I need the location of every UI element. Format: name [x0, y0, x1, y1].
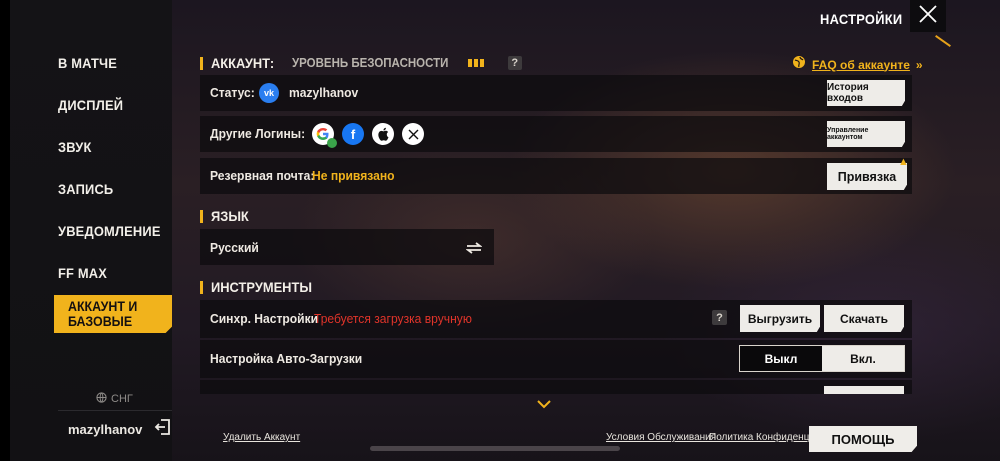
page-title: НАСТРОЙКИ: [820, 11, 903, 27]
other-logins-row: Другие Логины: f Управление аккаунтом: [200, 116, 912, 152]
sidebar-item-account-line1: АККАУНТ И: [68, 299, 138, 314]
sync-help-icon[interactable]: ?: [712, 310, 727, 325]
section-marker: [200, 56, 203, 70]
sidebar-item-recording[interactable]: ЗАПИСЬ: [58, 181, 113, 197]
swap-icon: [465, 241, 483, 259]
security-help-icon[interactable]: ?: [507, 56, 522, 70]
download-button[interactable]: Скачать: [824, 305, 904, 332]
sidebar-username: mazylhanov: [68, 422, 143, 437]
sync-settings-label: Синхр. Настройки: [210, 311, 319, 326]
language-section-header: ЯЗЫК: [200, 208, 252, 224]
x-twitter-icon[interactable]: [402, 123, 424, 145]
login-history-button[interactable]: История входов: [827, 80, 905, 106]
autoload-off-option[interactable]: Выкл: [740, 346, 822, 371]
sidebar-item-ff-max[interactable]: FF MAX: [58, 265, 107, 281]
security-level-indicator: [467, 59, 484, 67]
account-section-header: АККАУНТ: УРОВЕНЬ БЕЗОПАСНОСТИ ?: [200, 55, 522, 71]
security-level-label: УРОВЕНЬ БЕЗОПАСНОСТИ: [291, 56, 449, 70]
region-label: СНГ: [111, 393, 133, 405]
left-edge: [0, 0, 10, 461]
close-icon: [918, 4, 938, 29]
delete-account-link[interactable]: Удалить Аккаунт: [223, 432, 300, 443]
facebook-icon[interactable]: f: [342, 123, 364, 145]
autoload-toggle[interactable]: Выкл Вкл.: [739, 345, 905, 372]
backup-email-label: Резервная почта:: [210, 168, 315, 183]
tools-section-title: ИНСТРУМЕНТЫ: [211, 279, 312, 295]
help-button[interactable]: ПОМОЩЬ: [809, 426, 917, 452]
faq-label: FAQ об аккаунте: [812, 57, 910, 72]
sync-status: Требуется загрузка вручную: [314, 311, 472, 326]
sidebar-item-in-match[interactable]: В МАТЧЕ: [58, 55, 117, 71]
section-marker: [200, 280, 203, 294]
account-section-title: АККАУНТ:: [211, 55, 275, 71]
sidebar-item-account-line2: БАЗОВЫЕ: [68, 314, 133, 329]
faq-icon: [792, 55, 806, 74]
sidebar-item-display[interactable]: ДИСПЛЕЙ: [58, 97, 123, 113]
region-indicator: СНГ: [96, 392, 133, 406]
upload-button[interactable]: Выгрузить: [740, 305, 820, 332]
sync-settings-row: Синхр. Настройки Требуется загрузка вруч…: [200, 300, 912, 338]
autoload-label: Настройка Авто-Загрузки: [210, 351, 363, 366]
sidebar-item-notification[interactable]: УВЕДОМЛЕНИЕ: [58, 223, 161, 239]
vk-icon: vk: [259, 83, 279, 103]
tools-section-header: ИНСТРУМЕНТЫ: [200, 279, 321, 295]
status-row: Статус: vk mazylhanov История входов: [200, 75, 912, 111]
sidebar-divider: [58, 410, 172, 411]
apple-icon[interactable]: [372, 123, 394, 145]
double-chevron-right-icon: »: [915, 57, 923, 72]
logout-icon[interactable]: [154, 418, 172, 441]
sidebar-item-sound[interactable]: ЗВУК: [58, 139, 91, 155]
status-username: mazylhanov: [289, 85, 359, 100]
horizontal-scrollbar[interactable]: [370, 446, 620, 451]
privacy-link[interactable]: Политика Конфиденц.: [709, 432, 812, 443]
thumbs-up-icon: ▲: [898, 156, 909, 168]
manage-account-button[interactable]: Управление аккаунтом: [827, 121, 905, 147]
close-button[interactable]: [910, 0, 946, 32]
language-value: Русский: [210, 240, 259, 255]
sidebar-item-account[interactable]: АККАУНТ И БАЗОВЫЕ: [54, 295, 174, 333]
section-marker: [200, 209, 203, 223]
bind-button[interactable]: Привязка: [827, 163, 907, 190]
globe-icon: [96, 392, 107, 406]
sidebar-user: mazylhanov: [68, 418, 172, 441]
status-label: Статус:: [210, 85, 255, 100]
backup-email-row: Резервная почта: Не привязано Привязка ▲: [200, 156, 912, 194]
autoload-on-option[interactable]: Вкл.: [822, 346, 904, 371]
faq-link[interactable]: FAQ об аккаунте »: [792, 55, 923, 74]
scroll-down-chevron-icon[interactable]: [537, 396, 551, 414]
language-selector[interactable]: Русский: [200, 229, 494, 265]
backup-email-status: Не привязано: [312, 168, 395, 183]
next-setting-row-partial: [200, 380, 912, 394]
partial-button[interactable]: [824, 386, 904, 394]
language-section-title: ЯЗЫК: [211, 208, 249, 224]
autoload-row: Настройка Авто-Загрузки Выкл Вкл.: [200, 340, 912, 378]
other-logins-label: Другие Логины:: [210, 126, 306, 141]
terms-link[interactable]: Условия Обслуживания: [606, 432, 716, 443]
linked-badge-icon: [327, 138, 337, 148]
